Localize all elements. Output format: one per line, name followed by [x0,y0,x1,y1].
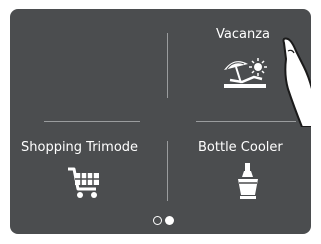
tile-shopping-trimode[interactable]: Shopping Trimode [14,131,162,221]
control-panel-screen: Vacanza Shopping Trimode Bottle Cooler [10,9,311,234]
page-indicator-2[interactable] [165,216,174,225]
tile-bottle-cooler[interactable]: Bottle Cooler [176,131,306,221]
vertical-divider-top [167,33,168,98]
horizontal-divider-left [44,121,140,122]
beach-vacation-icon [224,58,267,88]
tile-shopping-trimode-label: Shopping Trimode [21,140,139,155]
shopping-cart-icon [68,167,99,198]
tile-vacanza-label: Vacanza [216,27,270,42]
tile-bottle-cooler-label: Bottle Cooler [198,140,283,155]
vertical-divider-bottom [167,141,168,201]
pointing-hand-icon [282,37,311,127]
page-indicator-1[interactable] [153,216,162,225]
bottle-cooler-icon [238,163,258,199]
